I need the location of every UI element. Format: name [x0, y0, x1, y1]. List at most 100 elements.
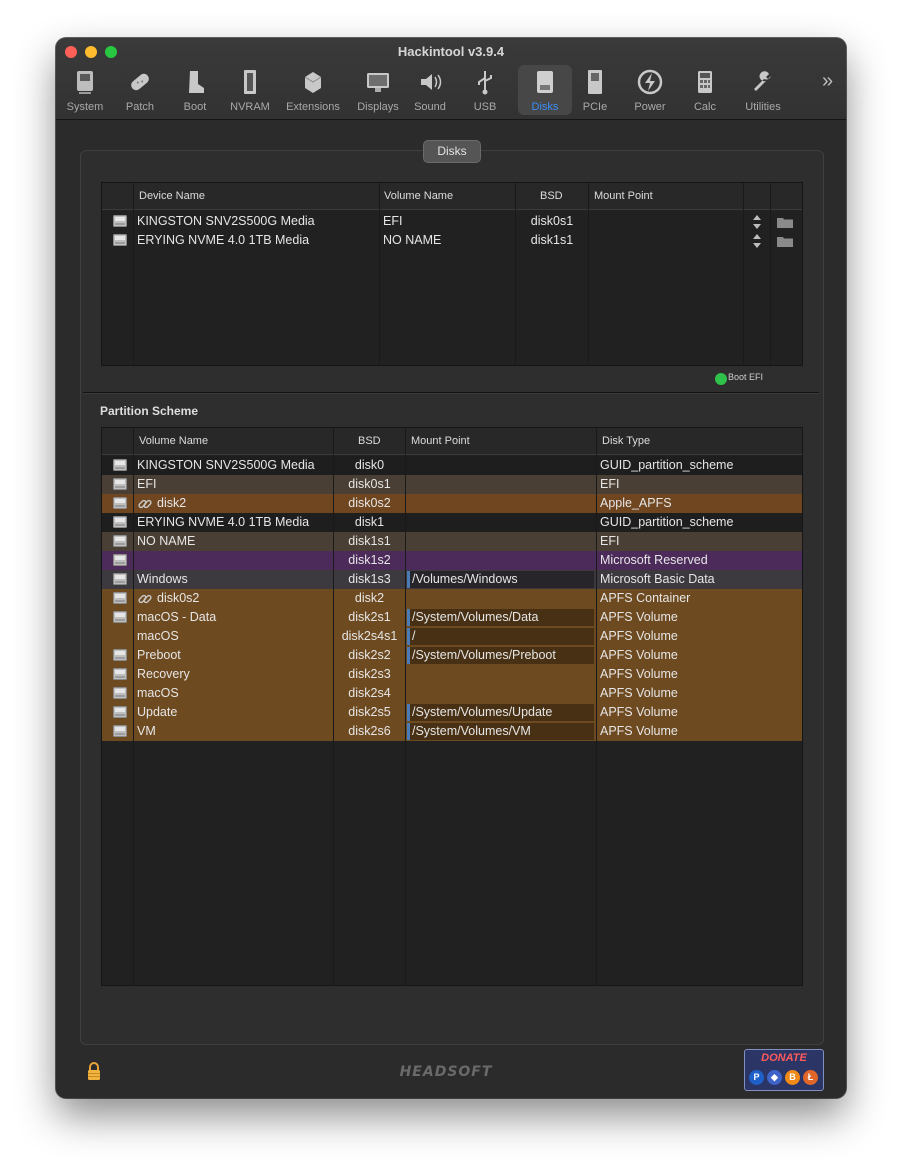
partition-row[interactable]: KINGSTON SNV2S500G Media disk0 GUID_partit… [102, 456, 802, 475]
toolbar-calc-button[interactable]: Calc [683, 65, 727, 115]
column-mount-point[interactable]: Mount Point [594, 183, 653, 209]
mount-point-cell: /System/Volumes/VM [407, 723, 594, 740]
volume-name-cell: macOS - Data [137, 610, 217, 624]
toolbar-label: PCIe [582, 101, 608, 113]
disks-icon [537, 71, 553, 93]
toolbar-pcie-button[interactable]: PCIe [573, 65, 617, 115]
volume-name-cell: NO NAME [137, 534, 196, 548]
partition-row[interactable]: macOS disk2s4s1 / APFS Volume [102, 627, 802, 646]
calc-icon [698, 71, 712, 93]
disk-icon [113, 554, 127, 566]
toolbar-label: Extensions [286, 101, 340, 113]
disk-type-cell: Microsoft Reserved [600, 553, 708, 567]
column-volume-name[interactable]: Volume Name [139, 428, 208, 454]
sound-icon [421, 74, 442, 90]
folder-icon[interactable] [777, 216, 793, 228]
litecoin-icon[interactable]: Ł [803, 1070, 818, 1085]
toolbar-usb-button[interactable]: USB [463, 65, 507, 115]
disk-icon [113, 725, 127, 737]
column-mount-point[interactable]: Mount Point [411, 428, 470, 454]
utilities-icon [754, 71, 771, 91]
boot-efi-indicator [715, 373, 727, 385]
partition-row[interactable]: Windows disk1s3/Volumes/Windows Microsoft … [102, 570, 802, 589]
toolbar-label: System [66, 101, 104, 113]
folder-icon[interactable] [777, 235, 793, 247]
disk-icon [113, 611, 127, 623]
partition-row[interactable]: Update disk2s5/System/Volumes/Update APFS … [102, 703, 802, 722]
partition-table-header: Volume Name BSD Mount Point Disk Type [102, 428, 802, 455]
mount-toggle-icon[interactable] [752, 233, 762, 249]
volume-name-cell: Update [137, 705, 178, 719]
toolbar-disks-button[interactable]: Disks [518, 65, 572, 115]
displays-icon [367, 73, 389, 92]
partition-row[interactable]: EFI disk0s1 EFI [102, 475, 802, 494]
partition-row[interactable]: disk2 disk0s2 Apple_APFS [102, 494, 802, 513]
section-divider [83, 392, 819, 394]
paypal-icon[interactable]: P [749, 1070, 764, 1085]
lock-icon[interactable] [85, 1061, 103, 1081]
toolbar-boot-button[interactable]: Boot [173, 65, 217, 115]
toolbar-extensions-button[interactable]: Extensions [283, 65, 343, 115]
disk-type-cell: GUID_partition_scheme [600, 515, 734, 529]
toolbar-patch-button[interactable]: Patch [118, 65, 162, 115]
bsd-cell: disk2s6 [348, 724, 391, 738]
link-icon [138, 499, 152, 509]
column-bsd[interactable]: BSD [358, 428, 381, 454]
volume-name-cell: macOS [137, 629, 179, 643]
column-disk-type[interactable]: Disk Type [602, 428, 650, 454]
disk-type-cell: APFS Volume [600, 724, 678, 738]
device-name-cell: ERYING NVME 4.0 1TB Media [137, 233, 310, 247]
bsd-cell: disk2s4s1 [341, 629, 398, 643]
toolbar-system-button[interactable]: System [63, 65, 107, 115]
disk-icon [113, 516, 127, 528]
partition-row[interactable]: disk0s2 disk2 APFS Container [102, 589, 802, 608]
bsd-cell: disk2s2 [348, 648, 391, 662]
toolbar-overflow-icon[interactable]: » [822, 70, 833, 93]
partition-row[interactable]: disk1s2 Microsoft Reserved [102, 551, 802, 570]
bsd-cell: disk1s2 [348, 553, 391, 567]
disks-table[interactable]: Device Name Volume Name BSD Mount Point … [101, 182, 803, 366]
partition-row[interactable]: Recovery disk2s3 APFS Volume [102, 665, 802, 684]
column-bsd[interactable]: BSD [540, 183, 563, 209]
volume-name-cell: macOS [137, 686, 179, 700]
partition-row[interactable]: macOS - Data disk2s1/System/Volumes/Data A… [102, 608, 802, 627]
toolbar-displays-button[interactable]: Displays [353, 65, 403, 115]
power-icon [637, 69, 663, 95]
mount-point-cell: / [407, 628, 594, 645]
bsd-cell: disk0s1 [530, 214, 574, 228]
disk-row[interactable]: KINGSTON SNV2S500G Media EFI disk0s1 [102, 212, 802, 231]
bsd-cell: disk1s3 [348, 572, 391, 586]
partition-row[interactable]: NO NAME disk1s1 EFI [102, 532, 802, 551]
donate-button[interactable]: DONATE P ◆ B Ł [744, 1049, 824, 1091]
ethereum-icon[interactable]: ◆ [767, 1070, 782, 1085]
disk-type-cell: EFI [600, 477, 620, 491]
disk-type-cell: APFS Container [600, 591, 691, 605]
column-volume-name[interactable]: Volume Name [384, 183, 453, 209]
partition-row[interactable]: VM disk2s6/System/Volumes/VM APFS Volume [102, 722, 802, 741]
column-device-name[interactable]: Device Name [139, 183, 205, 209]
toolbar-power-button[interactable]: Power [628, 65, 672, 115]
toolbar-label: NVRAM [230, 101, 270, 113]
disk-icon [113, 234, 127, 246]
partition-row[interactable]: macOS disk2s4 APFS Volume [102, 684, 802, 703]
partition-row[interactable]: Preboot disk2s2/System/Volumes/Preboot APF… [102, 646, 802, 665]
bsd-cell: disk2s5 [348, 705, 391, 719]
tab-disks[interactable]: Disks [423, 140, 481, 163]
bsd-cell: disk2 [354, 591, 385, 605]
mount-point-cell: /Volumes/Windows [407, 571, 594, 588]
system-icon [77, 71, 93, 94]
mount-toggle-icon[interactable] [752, 214, 762, 230]
toolbar-nvram-button[interactable]: NVRAM [228, 65, 272, 115]
partition-row[interactable]: ERYING NVME 4.0 1TB Media disk1 GUID_parti… [102, 513, 802, 532]
bsd-cell: disk0 [354, 458, 385, 472]
disk-icon [113, 668, 127, 680]
toolbar-label: Sound [414, 101, 446, 113]
toolbar-utilities-button[interactable]: Utilities [738, 65, 788, 115]
disk-icon [113, 215, 127, 227]
disk-icon [113, 687, 127, 699]
disk-type-cell: EFI [600, 534, 620, 548]
bitcoin-icon[interactable]: B [785, 1070, 800, 1085]
partition-table[interactable]: Volume Name BSD Mount Point Disk Type KI… [101, 427, 803, 986]
disk-row[interactable]: ERYING NVME 4.0 1TB Media NO NAME disk1s1 [102, 231, 802, 250]
toolbar-sound-button[interactable]: Sound [408, 65, 452, 115]
